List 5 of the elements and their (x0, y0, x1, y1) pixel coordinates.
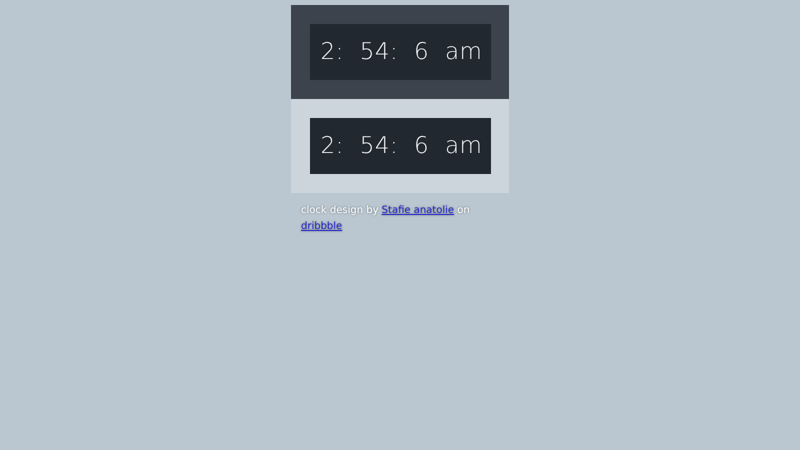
credit-link[interactable]: Stafie anatolie (382, 205, 454, 216)
clock-display: 2: 54: 6 am (310, 118, 490, 174)
credit-link[interactable]: dribbble (301, 221, 342, 232)
clock-display: 2: 54: 6 am (310, 24, 490, 80)
credit-text: clock design by Stafie anatolie on dribbble (300, 204, 471, 234)
